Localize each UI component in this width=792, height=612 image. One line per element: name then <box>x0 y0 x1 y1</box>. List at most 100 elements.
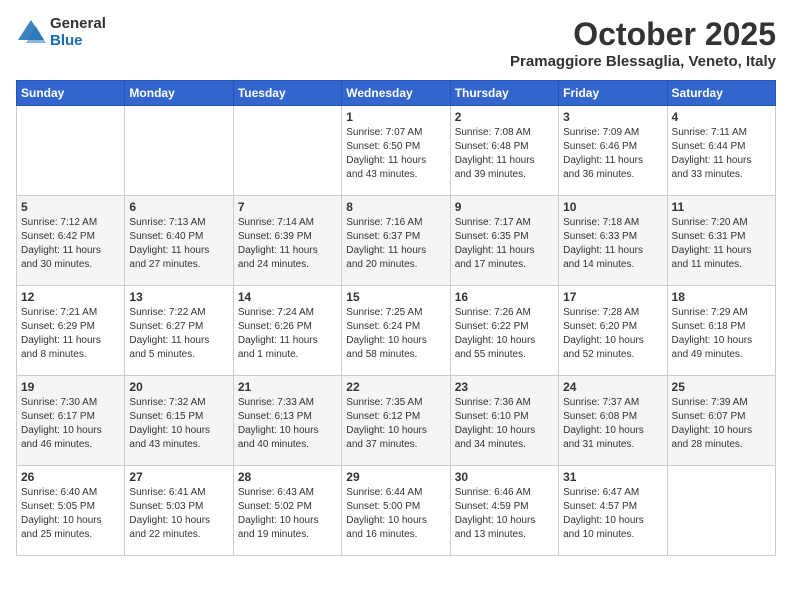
day-number: 11 <box>672 200 771 214</box>
calendar-cell: 24 Sunrise: 7:37 AM Sunset: 6:08 PM Dayli… <box>559 376 667 466</box>
location-title: Pramaggiore Blessaglia, Veneto, Italy <box>510 53 776 70</box>
day-number: 23 <box>455 380 554 394</box>
day-number: 7 <box>238 200 337 214</box>
calendar-table: SundayMondayTuesdayWednesdayThursdayFrid… <box>16 80 776 556</box>
calendar-cell: 10 Sunrise: 7:18 AM Sunset: 6:33 PM Dayli… <box>559 196 667 286</box>
logo: General Blue <box>16 16 106 49</box>
calendar-cell: 1Sunrise: 7:07 AM Sunset: 6:50 PM Daylig… <box>342 106 450 196</box>
day-info: Sunrise: 7:12 AM Sunset: 6:42 PM Dayligh… <box>21 216 120 272</box>
weekday-header-wednesday: Wednesday <box>342 81 450 106</box>
day-number: 9 <box>455 200 554 214</box>
day-number: 16 <box>455 290 554 304</box>
calendar-cell: 25 Sunrise: 7:39 AM Sunset: 6:07 PM Dayli… <box>667 376 775 466</box>
page-header: General Blue October 2025 Pramaggiore Bl… <box>16 16 776 70</box>
day-info: Sunrise: 7:09 AM Sunset: 6:46 PM Dayligh… <box>563 126 662 182</box>
day-info: Sunrise: 7:08 AM Sunset: 6:48 PM Dayligh… <box>455 126 554 182</box>
weekday-header-saturday: Saturday <box>667 81 775 106</box>
day-info: Sunrise: 7:14 AM Sunset: 6:39 PM Dayligh… <box>238 216 337 272</box>
month-title: October 2025 <box>510 16 776 53</box>
day-number: 29 <box>346 470 445 484</box>
weekday-header-row: SundayMondayTuesdayWednesdayThursdayFrid… <box>17 81 776 106</box>
day-number: 13 <box>129 290 228 304</box>
day-info: Sunrise: 7:25 AM Sunset: 6:24 PM Dayligh… <box>346 306 445 362</box>
day-info: Sunrise: 7:11 AM Sunset: 6:44 PM Dayligh… <box>672 126 771 182</box>
day-info: Sunrise: 7:39 AM Sunset: 6:07 PM Dayligh… <box>672 396 771 452</box>
calendar-cell: 6 Sunrise: 7:13 AM Sunset: 6:40 PM Daylig… <box>125 196 233 286</box>
day-info: Sunrise: 7:35 AM Sunset: 6:12 PM Dayligh… <box>346 396 445 452</box>
calendar-cell: 16 Sunrise: 7:26 AM Sunset: 6:22 PM Dayli… <box>450 286 558 376</box>
day-info: Sunrise: 7:18 AM Sunset: 6:33 PM Dayligh… <box>563 216 662 272</box>
day-number: 17 <box>563 290 662 304</box>
calendar-week-row: 12Sunrise: 7:21 AM Sunset: 6:29 PM Dayli… <box>17 286 776 376</box>
title-area: October 2025 Pramaggiore Blessaglia, Ven… <box>510 16 776 70</box>
day-number: 27 <box>129 470 228 484</box>
calendar-cell: 20Sunrise: 7:32 AM Sunset: 6:15 PM Dayli… <box>125 376 233 466</box>
logo-general-text: General <box>50 16 106 33</box>
calendar-cell: 23 Sunrise: 7:36 AM Sunset: 6:10 PM Dayli… <box>450 376 558 466</box>
day-info: Sunrise: 7:13 AM Sunset: 6:40 PM Dayligh… <box>129 216 228 272</box>
day-number: 24 <box>563 380 662 394</box>
day-number: 14 <box>238 290 337 304</box>
day-number: 21 <box>238 380 337 394</box>
calendar-cell <box>667 466 775 556</box>
calendar-cell: 5Sunrise: 7:12 AM Sunset: 6:42 PM Daylig… <box>17 196 125 286</box>
calendar-cell: 19Sunrise: 7:30 AM Sunset: 6:17 PM Dayli… <box>17 376 125 466</box>
logo-text: General Blue <box>50 16 106 49</box>
day-info: Sunrise: 7:07 AM Sunset: 6:50 PM Dayligh… <box>346 126 445 182</box>
day-number: 2 <box>455 110 554 124</box>
calendar-cell: 28Sunrise: 6:43 AM Sunset: 5:02 PM Dayli… <box>233 466 341 556</box>
logo-blue-text: Blue <box>50 33 106 50</box>
calendar-cell: 13 Sunrise: 7:22 AM Sunset: 6:27 PM Dayli… <box>125 286 233 376</box>
calendar-cell: 2 Sunrise: 7:08 AM Sunset: 6:48 PM Daylig… <box>450 106 558 196</box>
calendar-cell: 18 Sunrise: 7:29 AM Sunset: 6:18 PM Dayli… <box>667 286 775 376</box>
day-info: Sunrise: 6:41 AM Sunset: 5:03 PM Dayligh… <box>129 486 228 542</box>
day-number: 15 <box>346 290 445 304</box>
calendar-week-row: 5Sunrise: 7:12 AM Sunset: 6:42 PM Daylig… <box>17 196 776 286</box>
day-info: Sunrise: 7:21 AM Sunset: 6:29 PM Dayligh… <box>21 306 120 362</box>
calendar-cell: 17 Sunrise: 7:28 AM Sunset: 6:20 PM Dayli… <box>559 286 667 376</box>
day-info: Sunrise: 7:32 AM Sunset: 6:15 PM Dayligh… <box>129 396 228 452</box>
day-info: Sunrise: 7:22 AM Sunset: 6:27 PM Dayligh… <box>129 306 228 362</box>
day-info: Sunrise: 7:36 AM Sunset: 6:10 PM Dayligh… <box>455 396 554 452</box>
day-info: Sunrise: 7:29 AM Sunset: 6:18 PM Dayligh… <box>672 306 771 362</box>
day-info: Sunrise: 7:16 AM Sunset: 6:37 PM Dayligh… <box>346 216 445 272</box>
calendar-week-row: 26 Sunrise: 6:40 AM Sunset: 5:05 PM Dayli… <box>17 466 776 556</box>
day-number: 4 <box>672 110 771 124</box>
calendar-cell <box>17 106 125 196</box>
day-info: Sunrise: 6:40 AM Sunset: 5:05 PM Dayligh… <box>21 486 120 542</box>
day-number: 3 <box>563 110 662 124</box>
calendar-cell <box>233 106 341 196</box>
day-number: 22 <box>346 380 445 394</box>
calendar-week-row: 1Sunrise: 7:07 AM Sunset: 6:50 PM Daylig… <box>17 106 776 196</box>
calendar-cell: 9Sunrise: 7:17 AM Sunset: 6:35 PM Daylig… <box>450 196 558 286</box>
day-number: 25 <box>672 380 771 394</box>
day-info: Sunrise: 7:37 AM Sunset: 6:08 PM Dayligh… <box>563 396 662 452</box>
weekday-header-friday: Friday <box>559 81 667 106</box>
day-info: Sunrise: 7:28 AM Sunset: 6:20 PM Dayligh… <box>563 306 662 362</box>
day-number: 26 <box>21 470 120 484</box>
day-info: Sunrise: 6:44 AM Sunset: 5:00 PM Dayligh… <box>346 486 445 542</box>
day-number: 30 <box>455 470 554 484</box>
day-number: 6 <box>129 200 228 214</box>
day-number: 28 <box>238 470 337 484</box>
day-info: Sunrise: 7:26 AM Sunset: 6:22 PM Dayligh… <box>455 306 554 362</box>
calendar-cell: 4 Sunrise: 7:11 AM Sunset: 6:44 PM Daylig… <box>667 106 775 196</box>
weekday-header-sunday: Sunday <box>17 81 125 106</box>
day-info: Sunrise: 6:47 AM Sunset: 4:57 PM Dayligh… <box>563 486 662 542</box>
calendar-cell: 7 Sunrise: 7:14 AM Sunset: 6:39 PM Daylig… <box>233 196 341 286</box>
calendar-cell: 29 Sunrise: 6:44 AM Sunset: 5:00 PM Dayli… <box>342 466 450 556</box>
calendar-cell: 26 Sunrise: 6:40 AM Sunset: 5:05 PM Dayli… <box>17 466 125 556</box>
calendar-cell: 30Sunrise: 6:46 AM Sunset: 4:59 PM Dayli… <box>450 466 558 556</box>
day-number: 18 <box>672 290 771 304</box>
calendar-week-row: 19Sunrise: 7:30 AM Sunset: 6:17 PM Dayli… <box>17 376 776 466</box>
day-number: 10 <box>563 200 662 214</box>
calendar-cell: 8Sunrise: 7:16 AM Sunset: 6:37 PM Daylig… <box>342 196 450 286</box>
day-info: Sunrise: 7:24 AM Sunset: 6:26 PM Dayligh… <box>238 306 337 362</box>
day-number: 19 <box>21 380 120 394</box>
calendar-cell: 31Sunrise: 6:47 AM Sunset: 4:57 PM Dayli… <box>559 466 667 556</box>
calendar-cell: 22 Sunrise: 7:35 AM Sunset: 6:12 PM Dayli… <box>342 376 450 466</box>
calendar-cell: 27 Sunrise: 6:41 AM Sunset: 5:03 PM Dayli… <box>125 466 233 556</box>
calendar-cell: 12Sunrise: 7:21 AM Sunset: 6:29 PM Dayli… <box>17 286 125 376</box>
weekday-header-thursday: Thursday <box>450 81 558 106</box>
calendar-cell: 3 Sunrise: 7:09 AM Sunset: 6:46 PM Daylig… <box>559 106 667 196</box>
